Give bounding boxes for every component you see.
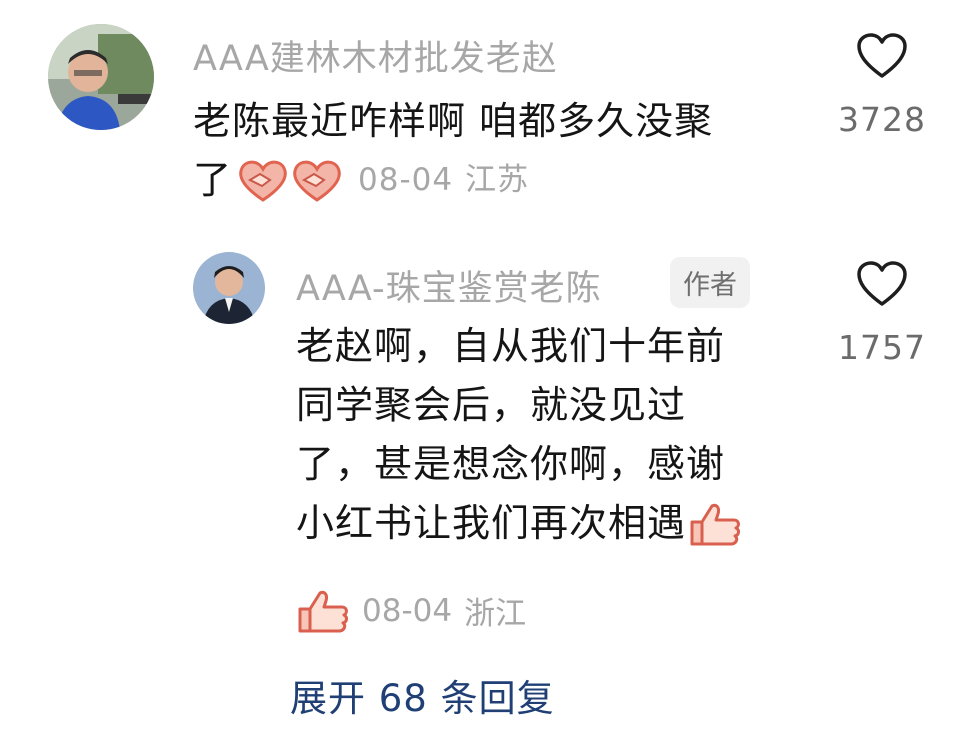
reply-date: 08-04 xyxy=(362,592,453,629)
avatar-photo-icon xyxy=(48,24,154,130)
reply-text: 老赵啊，自从我们十年前 同学聚会后，就没见过 了，甚是想念你啊，感谢 小红书让我… xyxy=(296,317,742,553)
reply-text-line: 老赵啊，自从我们十年前 xyxy=(296,324,726,368)
reply-meta: 08-04 浙江 xyxy=(296,588,526,633)
thumbs-up-icon xyxy=(690,503,741,545)
like-count: 3728 xyxy=(838,100,926,139)
heart-icon xyxy=(857,261,907,306)
avatar-photo-icon xyxy=(193,252,265,324)
handshake-heart-icon xyxy=(239,160,341,202)
reply-like-button[interactable]: 1757 xyxy=(832,260,932,367)
reply-text-line: 了，甚是想念你啊，感谢 xyxy=(296,442,726,486)
comment-date: 08-04 xyxy=(358,162,454,198)
reply-username[interactable]: AAA-珠宝鉴赏老陈 xyxy=(296,260,602,311)
comment-username[interactable]: AAA建林木材批发老赵 xyxy=(193,30,558,81)
avatar[interactable] xyxy=(48,24,154,130)
thumbs-up-icon xyxy=(298,590,348,632)
reply-text-line: 小红书让我们再次相遇 xyxy=(296,501,687,545)
comment-meta: 08-04 江苏 xyxy=(358,151,529,210)
reply-text-line-last: 小红书让我们再次相遇 xyxy=(296,494,742,553)
reply-text-line: 同学聚会后，就没见过 xyxy=(296,383,687,427)
author-badge: 作者 xyxy=(670,257,750,308)
comment-text-line-last: 了 08-04 江苏 xyxy=(193,151,713,210)
comment-text-line: 老陈最近咋样啊 咱都多久没聚 xyxy=(193,99,714,143)
reply-like-count: 1757 xyxy=(838,328,926,367)
comment-text: 老陈最近咋样啊 咱都多久没聚 了 08-04 江苏 xyxy=(193,92,713,210)
like-button[interactable]: 3728 xyxy=(832,32,932,139)
comment-text-line: 了 xyxy=(193,158,233,202)
comment-thread: AAA建林木材批发老赵 老陈最近咋样啊 咱都多久没聚 了 08-04 江苏 37… xyxy=(0,0,960,750)
reply-location: 浙江 xyxy=(464,596,527,632)
expand-replies-link[interactable]: 展开 68 条回复 xyxy=(290,668,555,722)
heart-icon xyxy=(857,33,907,78)
comment-location: 江苏 xyxy=(465,162,530,198)
avatar[interactable] xyxy=(193,252,265,324)
